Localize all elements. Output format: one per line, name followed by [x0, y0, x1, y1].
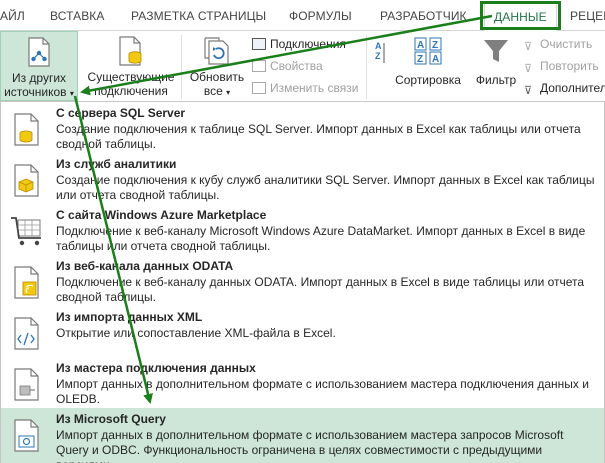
menu-item-title: Из Microsoft Query	[56, 412, 166, 426]
tab-data[interactable]: ДАННЫЕ	[480, 1, 561, 31]
menu-item-analysis-services[interactable]: Из служб аналитики Создание подключения …	[1, 153, 604, 204]
menu-item-title: С сайта Windows Azure Marketplace	[56, 208, 267, 222]
menu-item-data-connection-wizard[interactable]: Из мастера подключения данных Импорт дан…	[1, 357, 604, 408]
menu-item-odata-feed[interactable]: Из веб-канала данных ODATA Подключение к…	[1, 255, 604, 306]
menu-item-sql-server[interactable]: С сервера SQL Server Создание подключени…	[1, 102, 604, 153]
sort-az-small-icon: A Z	[375, 41, 385, 63]
advanced-filter-icon: ⊽	[524, 85, 533, 97]
menu-item-description: Создание подключения к кубу служб аналит…	[56, 173, 595, 202]
analysis-services-icon	[14, 164, 39, 197]
sort-button[interactable]: A Z Z A Сортировка	[392, 31, 464, 101]
refresh-all-button[interactable]: Обновить все ▾	[186, 31, 248, 101]
edit-links-label: Изменить связи	[270, 81, 359, 95]
tab-data-label: ДАННЫЕ	[494, 10, 547, 24]
svg-text:Z: Z	[375, 51, 381, 61]
properties-button[interactable]: Свойства	[252, 57, 323, 75]
refresh-all-label-2-text: все	[203, 84, 223, 98]
from-other-sources-label-2-text: источников	[4, 85, 67, 99]
refresh-all-label-2: все ▾	[186, 84, 248, 100]
tab-formulas[interactable]: ФОРМУЛЫ	[289, 9, 352, 23]
filter-button[interactable]: Фильтр	[470, 31, 522, 101]
menu-item-title: Из веб-канала данных ODATA	[56, 259, 234, 273]
odata-feed-icon	[14, 266, 39, 299]
svg-text:Z: Z	[432, 40, 438, 51]
connections-label: Подключения	[270, 37, 346, 51]
data-connection-wizard-icon	[14, 368, 39, 401]
group-separator	[366, 35, 367, 99]
connections-button[interactable]: Подключения	[252, 35, 346, 53]
from-other-sources-icon	[28, 37, 50, 67]
group-separator	[181, 35, 182, 99]
existing-connections-label-2: подключения	[94, 84, 168, 98]
from-other-sources-menu: С сервера SQL Server Создание подключени…	[0, 101, 605, 463]
chevron-down-icon: ▾	[226, 88, 231, 97]
chevron-down-icon: ▾	[69, 89, 74, 98]
menu-item-microsoft-query[interactable]: Из Microsoft Query Импорт данных в допол…	[1, 408, 604, 463]
shopping-cart-icon	[11, 217, 41, 246]
reapply-filter-icon: ⊽	[524, 63, 533, 75]
advanced-filter-button[interactable]: ⊽ Дополнител	[524, 79, 605, 97]
refresh-all-label-1: Обновить	[189, 70, 245, 84]
sql-server-icon	[14, 113, 39, 146]
menu-item-description: Импорт данных в дополнительном формате с…	[56, 377, 589, 406]
ribbon-data: Из других источников ▾ Существующие подк…	[0, 31, 605, 103]
svg-text:A: A	[417, 40, 424, 51]
filter-label: Фильтр	[475, 73, 517, 87]
sort-icon: A Z Z A	[414, 37, 442, 65]
refresh-icon	[204, 37, 229, 65]
existing-connections-label-1: Существующие	[87, 70, 175, 84]
properties-label: Свойства	[270, 59, 323, 73]
tab-developer[interactable]: РАЗРАБОТЧИК	[380, 9, 467, 23]
clear-label: Очистить	[540, 37, 593, 51]
clear-filter-icon: ⊽	[524, 41, 533, 53]
from-other-sources-button[interactable]: Из других источников ▾	[0, 31, 78, 101]
menu-item-title: Из мастера подключения данных	[56, 361, 256, 375]
from-other-sources-label-2: источников ▾	[1, 85, 77, 101]
tab-file[interactable]: АЙЛ	[0, 9, 25, 23]
edit-links-icon	[252, 82, 266, 94]
tab-insert[interactable]: ВСТАВКА	[50, 9, 105, 23]
menu-item-description: Подключение к веб-каналу Microsoft Windo…	[56, 224, 586, 253]
from-other-sources-label-1: Из других	[11, 71, 67, 85]
menu-item-description: Подключение к веб-каналу данных ODATA. И…	[56, 275, 585, 304]
svg-text:Z: Z	[417, 54, 423, 65]
menu-item-title: Из импорта данных XML	[56, 310, 203, 324]
tab-review[interactable]: РЕЦЕН	[570, 9, 605, 23]
menu-item-description: Импорт данных в дополнительном формате с…	[56, 428, 564, 463]
connections-icon	[252, 38, 266, 50]
menu-item-title: Из служб аналитики	[56, 157, 177, 171]
menu-item-title: С сервера SQL Server	[56, 106, 186, 120]
menu-item-xml-import[interactable]: Из импорта данных XML Открытие или сопос…	[1, 306, 604, 357]
svg-text:A: A	[432, 54, 439, 65]
menu-item-description: Открытие или сопоставление XML-файла в E…	[56, 326, 336, 340]
menu-item-description: Создание подключения к таблице SQL Serve…	[56, 122, 581, 151]
edit-links-button[interactable]: Изменить связи	[252, 79, 358, 97]
xml-import-icon	[14, 317, 39, 350]
sort-label: Сортировка	[395, 73, 461, 87]
tab-page-layout[interactable]: РАЗМЕТКА СТРАНИЦЫ	[131, 9, 266, 23]
clear-button[interactable]: ⊽ Очистить	[524, 35, 592, 53]
reapply-label: Повторить	[540, 59, 599, 73]
ribbon-tabs: АЙЛ ВСТАВКА РАЗМЕТКА СТРАНИЦЫ ФОРМУЛЫ РА…	[0, 0, 605, 31]
existing-connections-button[interactable]: Существующие подключения	[85, 31, 177, 101]
existing-connections-icon	[119, 36, 142, 66]
reapply-button[interactable]: ⊽ Повторить	[524, 57, 599, 75]
filter-icon	[484, 40, 508, 62]
microsoft-query-icon	[14, 419, 39, 452]
menu-item-azure-marketplace[interactable]: С сайта Windows Azure Marketplace Подклю…	[1, 204, 604, 255]
advanced-label: Дополнител	[540, 81, 605, 95]
svg-text:A: A	[375, 41, 382, 51]
properties-icon	[252, 60, 266, 72]
